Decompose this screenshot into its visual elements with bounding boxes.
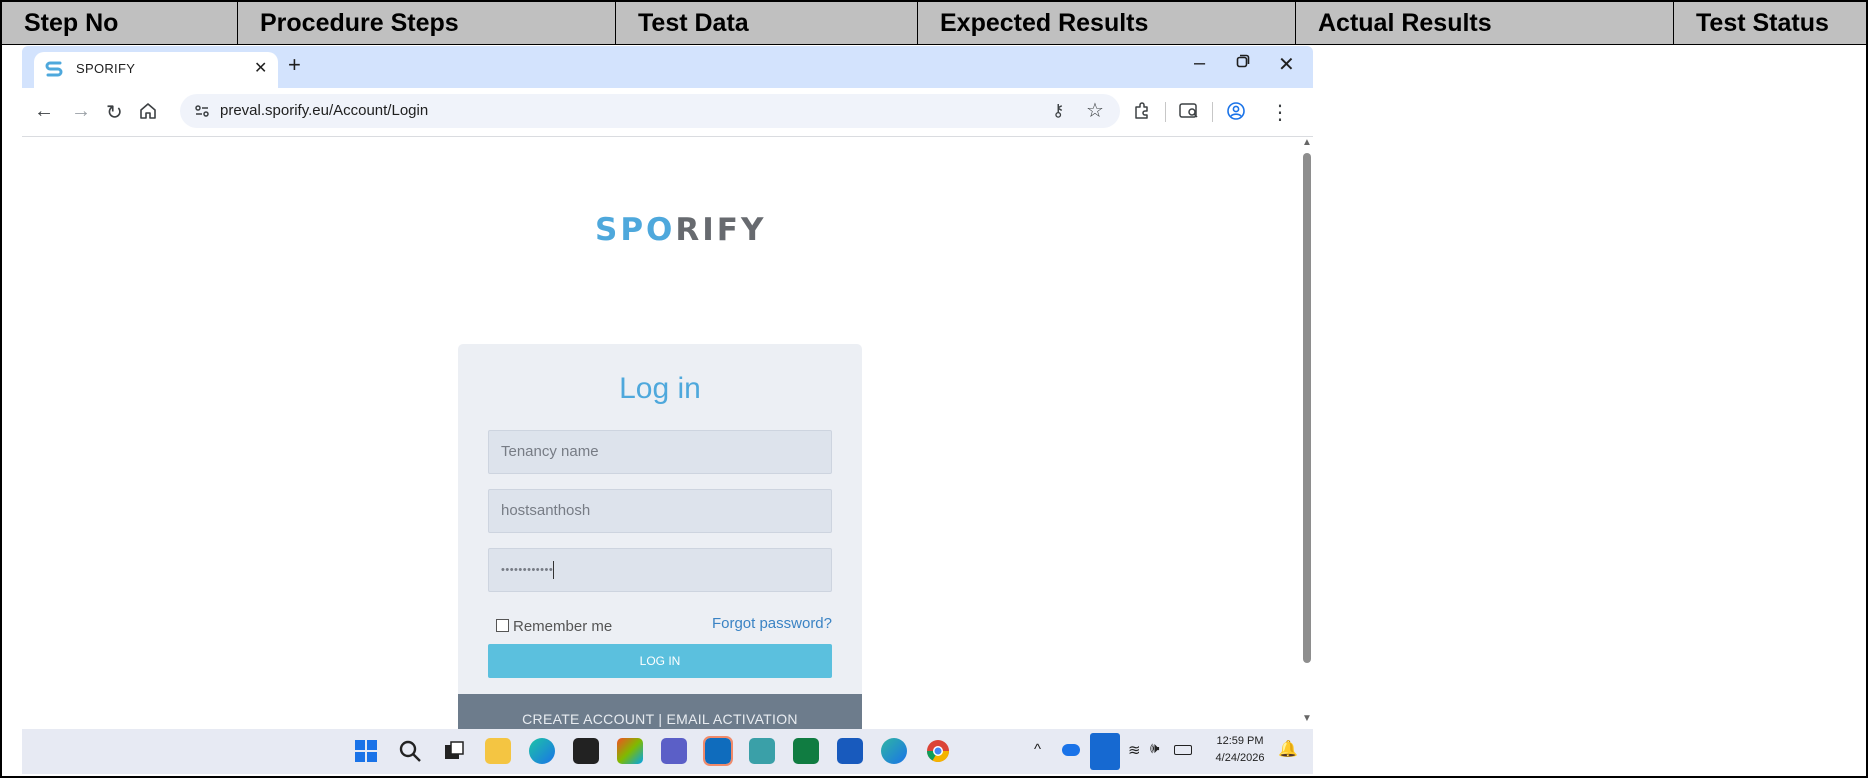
windows-taskbar: ^ ≋ 🕪 12:59 PM 4/24/2026 🔔 (22, 729, 1313, 774)
password-field[interactable]: •••••••••••• (488, 548, 832, 592)
jetbrains-icon[interactable] (573, 738, 599, 764)
remember-me-label: Remember me (513, 618, 613, 635)
text-cursor (553, 561, 555, 580)
outlook-icon[interactable] (703, 736, 733, 766)
teams-icon[interactable] (661, 738, 687, 764)
chrome-icon[interactable] (925, 738, 951, 764)
task-view-icon[interactable] (441, 738, 467, 764)
browser-toolbar: ← → ↻ preval.sporify.eu/Account/Login ⚷ … (22, 88, 1313, 137)
notification-icon[interactable]: 🔔 (1278, 739, 1298, 759)
word-icon[interactable] (837, 738, 863, 764)
browser-tab-strip: SPORIFY ✕ + – ✕ (22, 46, 1313, 88)
username-field[interactable]: hostsanthosh (488, 489, 832, 533)
reading-mode-icon[interactable] (1178, 101, 1200, 121)
login-button[interactable]: LOG IN (488, 644, 832, 678)
windows-start-icon[interactable] (353, 738, 379, 764)
sporify-logo: SPORIFY (595, 212, 767, 248)
address-bar[interactable]: preval.sporify.eu/Account/Login ⚷ ☆ (180, 94, 1120, 128)
file-explorer-icon[interactable] (485, 738, 511, 764)
remember-me-row[interactable]: Remember me (496, 618, 612, 635)
menu-kebab-icon[interactable]: ⋮ (1270, 100, 1290, 125)
m365-icon[interactable] (617, 738, 643, 764)
forward-icon[interactable]: → (71, 100, 91, 123)
bookmark-star-icon[interactable]: ☆ (1086, 98, 1104, 123)
header-step-no: Step No (0, 2, 237, 45)
browser-screenshot: SPORIFY ✕ + – ✕ ← → ↻ preval.sporify.eu/… (22, 46, 1313, 774)
forgot-password-link[interactable]: Forgot password? (712, 615, 832, 632)
header-actual-results: Actual Results (1295, 2, 1673, 45)
tab-close-icon[interactable]: ✕ (254, 58, 267, 78)
password-key-icon[interactable]: ⚷ (1052, 101, 1064, 121)
clock-time[interactable]: 12:59 PM (1212, 735, 1268, 747)
table-border-left (0, 45, 2, 778)
login-card: Log in Tenancy name hostsanthosh •••••••… (458, 344, 862, 744)
url-text: preval.sporify.eu/Account/Login (220, 102, 429, 119)
tab-title: SPORIFY (76, 61, 136, 76)
header-test-data: Test Data (615, 2, 917, 45)
restore-icon[interactable] (1236, 54, 1250, 68)
test-table-header: Step No Procedure Steps Test Data Expect… (0, 0, 1868, 45)
extensions-icon[interactable] (1132, 101, 1152, 121)
volume-icon[interactable]: 🕪 (1150, 740, 1159, 757)
header-procedure-steps: Procedure Steps (237, 2, 615, 45)
remember-me-checkbox[interactable] (496, 619, 509, 632)
password-dots: •••••••••••• (501, 564, 554, 576)
scrollbar-thumb[interactable] (1303, 153, 1311, 663)
window-close-icon[interactable]: ✕ (1278, 52, 1295, 77)
login-title: Log in (619, 372, 701, 405)
home-icon[interactable] (139, 102, 157, 120)
back-icon[interactable]: ← (34, 100, 54, 123)
header-test-status: Test Status (1673, 2, 1868, 45)
browser-tab[interactable]: SPORIFY ✕ (34, 52, 278, 88)
edge-dev-icon[interactable] (881, 738, 907, 764)
search-icon[interactable] (397, 738, 423, 764)
profile-icon[interactable] (1226, 101, 1246, 121)
tenancy-name-field[interactable]: Tenancy name (488, 430, 832, 474)
battery-icon[interactable] (1174, 745, 1192, 755)
scroll-up-icon[interactable]: ▲ (1302, 137, 1312, 148)
header-expected-results: Expected Results (917, 2, 1295, 45)
notepad-icon[interactable] (749, 738, 775, 764)
toolbar-divider (1165, 102, 1166, 122)
reload-icon[interactable]: ↻ (106, 100, 123, 125)
page-viewport: SPORIFY Log in Tenancy name hostsanthosh… (22, 137, 1313, 744)
tray-chevron-icon[interactable]: ^ (1034, 741, 1041, 758)
excel-icon[interactable] (793, 738, 819, 764)
new-tab-icon[interactable]: + (288, 52, 301, 78)
wifi-icon[interactable]: ≋ (1128, 741, 1141, 759)
toolbar-divider (1212, 102, 1213, 122)
onedrive-icon[interactable] (1062, 744, 1080, 756)
edge-icon[interactable] (529, 738, 555, 764)
sporify-favicon-icon (45, 61, 63, 77)
microphone-icon[interactable] (1090, 733, 1120, 770)
scroll-down-icon[interactable]: ▼ (1302, 713, 1312, 724)
minimize-icon[interactable]: – (1194, 52, 1205, 75)
clock-date[interactable]: 4/24/2026 (1212, 752, 1268, 764)
site-settings-icon[interactable] (192, 101, 212, 121)
